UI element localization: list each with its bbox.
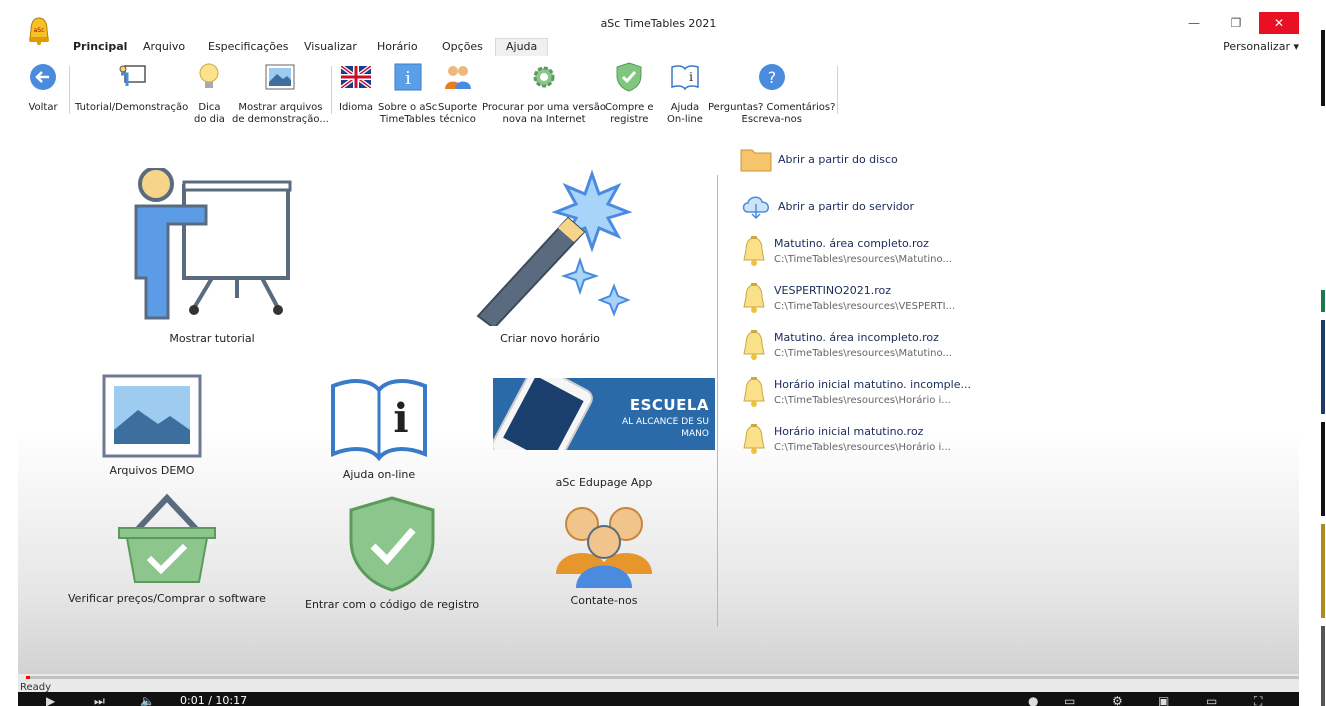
subtitles-icon[interactable]: ▭ bbox=[1064, 694, 1075, 706]
restore-button[interactable]: ❐ bbox=[1216, 12, 1256, 34]
recent-file[interactable]: Matutino. área incompleto.roz C:\TimeTabl… bbox=[740, 328, 952, 362]
tab-principal[interactable]: Principal bbox=[73, 39, 127, 56]
people-support-icon bbox=[444, 66, 471, 89]
people-group-icon bbox=[556, 507, 652, 588]
support-button[interactable]: Suporte técnico bbox=[438, 62, 477, 126]
cloud-download-icon bbox=[742, 196, 769, 220]
recent-file[interactable]: Matutino. área completo.roz C:\TimeTables… bbox=[740, 234, 952, 268]
open-from-disk[interactable]: Abrir a partir do disco bbox=[740, 146, 898, 172]
demo-files-button[interactable]: Mostrar arquivos de demonstração... bbox=[232, 62, 329, 126]
svg-text:i: i bbox=[689, 70, 693, 84]
video-progress-fill bbox=[26, 676, 30, 679]
autoplay-toggle-icon[interactable]: ● bbox=[1028, 694, 1038, 706]
ribbon-separator bbox=[69, 66, 70, 114]
contact-us-tile[interactable]: Contate-nos bbox=[552, 494, 656, 607]
status-bar: Ready bbox=[18, 674, 1299, 693]
update-button[interactable]: Procurar por uma versão nova na Internet bbox=[482, 62, 606, 126]
minimize-button[interactable]: — bbox=[1174, 12, 1214, 34]
bell-file-icon bbox=[743, 283, 765, 313]
buy-register-button[interactable]: Compre e registre bbox=[605, 62, 654, 126]
miniplayer-icon[interactable]: ▣ bbox=[1158, 694, 1169, 706]
settings-gear-icon[interactable]: ⚙ bbox=[1112, 694, 1123, 706]
online-help-button[interactable]: i Ajuda On-line bbox=[667, 62, 703, 126]
book-info-large-icon: i bbox=[331, 379, 427, 462]
questions-button[interactable]: ? Perguntas? Comentários? Escreva-nos bbox=[708, 62, 835, 126]
landscape-picture-icon bbox=[265, 64, 295, 90]
window-title: aSc TimeTables 2021 bbox=[600, 17, 717, 30]
bell-file-icon bbox=[743, 330, 765, 360]
video-time: 0:01 / 10:17 bbox=[180, 694, 248, 706]
personalize-menu[interactable]: Personalizar ▾ bbox=[1223, 40, 1299, 53]
close-button[interactable]: ✕ bbox=[1259, 12, 1299, 34]
next-icon[interactable]: ⏭ bbox=[94, 694, 105, 706]
magic-wand-icon bbox=[476, 169, 632, 326]
edupage-app-tile[interactable]: ESCUELA AL ALCANCE DE SU MANO aSc Edupage… bbox=[493, 378, 715, 489]
tab-ajuda[interactable]: Ajuda bbox=[495, 38, 549, 56]
about-button[interactable]: i Sobre o aSc TimeTables bbox=[378, 62, 437, 126]
arrow-left-icon bbox=[30, 64, 56, 90]
recent-file[interactable]: Horário inicial matutino. incomple... C:\… bbox=[740, 375, 971, 409]
app-window: aSc aSc TimeTables 2021 — ❐ ✕ Principal … bbox=[18, 12, 1299, 706]
shield-check-large-icon bbox=[349, 496, 435, 592]
video-player-controls: ▶ ⏭ 🔈 0:01 / 10:17 ● ▭ ⚙ ▣ ▭ ⛶ bbox=[18, 692, 1299, 706]
show-tutorial-tile[interactable]: Mostrar tutorial bbox=[122, 168, 302, 345]
tab-opcoes[interactable]: Opções bbox=[442, 39, 483, 56]
new-timetable-tile[interactable]: Criar novo horário bbox=[468, 168, 632, 345]
panel-divider bbox=[717, 175, 718, 627]
bell-file-icon bbox=[743, 236, 765, 266]
gear-icon bbox=[533, 66, 555, 88]
presenter-icon bbox=[119, 65, 146, 86]
bell-file-icon bbox=[743, 377, 765, 407]
fullscreen-icon[interactable]: ⛶ bbox=[1254, 694, 1262, 706]
ribbon-toolbar: Voltar Tutorial/Demonstração Dica do dia… bbox=[18, 56, 1299, 128]
play-icon[interactable]: ▶ bbox=[46, 694, 55, 706]
shopping-basket-icon bbox=[117, 493, 216, 583]
tab-horario[interactable]: Horário bbox=[377, 39, 418, 56]
tab-visualizar[interactable]: Visualizar bbox=[304, 39, 357, 56]
buy-software-tile[interactable]: Verificar preços/Comprar o software bbox=[68, 490, 266, 605]
ribbon-separator bbox=[331, 66, 332, 114]
ribbon-tabs: Principal Arquivo Especificações Visuali… bbox=[18, 36, 1299, 56]
title-bar: aSc aSc TimeTables 2021 — ❐ ✕ bbox=[18, 12, 1299, 45]
folder-icon bbox=[740, 149, 772, 172]
back-button[interactable]: Voltar bbox=[28, 62, 58, 114]
edupage-banner: ESCUELA AL ALCANCE DE SU MANO bbox=[493, 378, 715, 450]
ribbon-separator bbox=[837, 66, 838, 114]
demo-files-tile[interactable]: Arquivos DEMO bbox=[102, 374, 202, 477]
tip-of-day-button[interactable]: Dica do dia bbox=[194, 62, 225, 126]
lightbulb-icon bbox=[199, 63, 219, 88]
online-help-tile[interactable]: i Ajuda on-line bbox=[329, 374, 429, 481]
info-icon: i bbox=[394, 63, 422, 91]
book-info-icon: i bbox=[671, 65, 699, 91]
register-code-tile[interactable]: Entrar com o código de registro bbox=[305, 496, 479, 611]
svg-text:i: i bbox=[393, 395, 408, 442]
adjacent-window-edge bbox=[1299, 0, 1326, 706]
bell-file-icon bbox=[743, 424, 765, 454]
tab-especificacoes[interactable]: Especificações bbox=[208, 39, 289, 56]
video-progress-bar[interactable] bbox=[26, 676, 1299, 679]
uk-flag-icon bbox=[341, 66, 372, 88]
tutorial-button[interactable]: Tutorial/Demonstração bbox=[75, 62, 188, 114]
recent-file[interactable]: Horário inicial matutino.roz C:\TimeTable… bbox=[740, 422, 951, 456]
svg-text:i: i bbox=[405, 68, 411, 89]
language-button[interactable]: Idioma bbox=[339, 62, 373, 114]
tab-arquivo[interactable]: Arquivo bbox=[143, 39, 185, 56]
presenter-large-icon bbox=[134, 168, 292, 320]
shield-check-icon bbox=[616, 62, 642, 92]
start-panel: Mostrar tutorial Criar novo horário Arqu… bbox=[18, 130, 1299, 674]
recent-file[interactable]: VESPERTINO2021.roz C:\TimeTables\resource… bbox=[740, 281, 955, 315]
landscape-picture-large-icon bbox=[102, 374, 202, 458]
question-icon: ? bbox=[758, 64, 785, 90]
volume-icon[interactable]: 🔈 bbox=[140, 694, 155, 706]
phone-image bbox=[493, 378, 597, 450]
open-from-server[interactable]: Abrir a partir do servidor bbox=[740, 192, 914, 220]
theater-mode-icon[interactable]: ▭ bbox=[1206, 694, 1217, 706]
svg-text:?: ? bbox=[767, 68, 776, 87]
